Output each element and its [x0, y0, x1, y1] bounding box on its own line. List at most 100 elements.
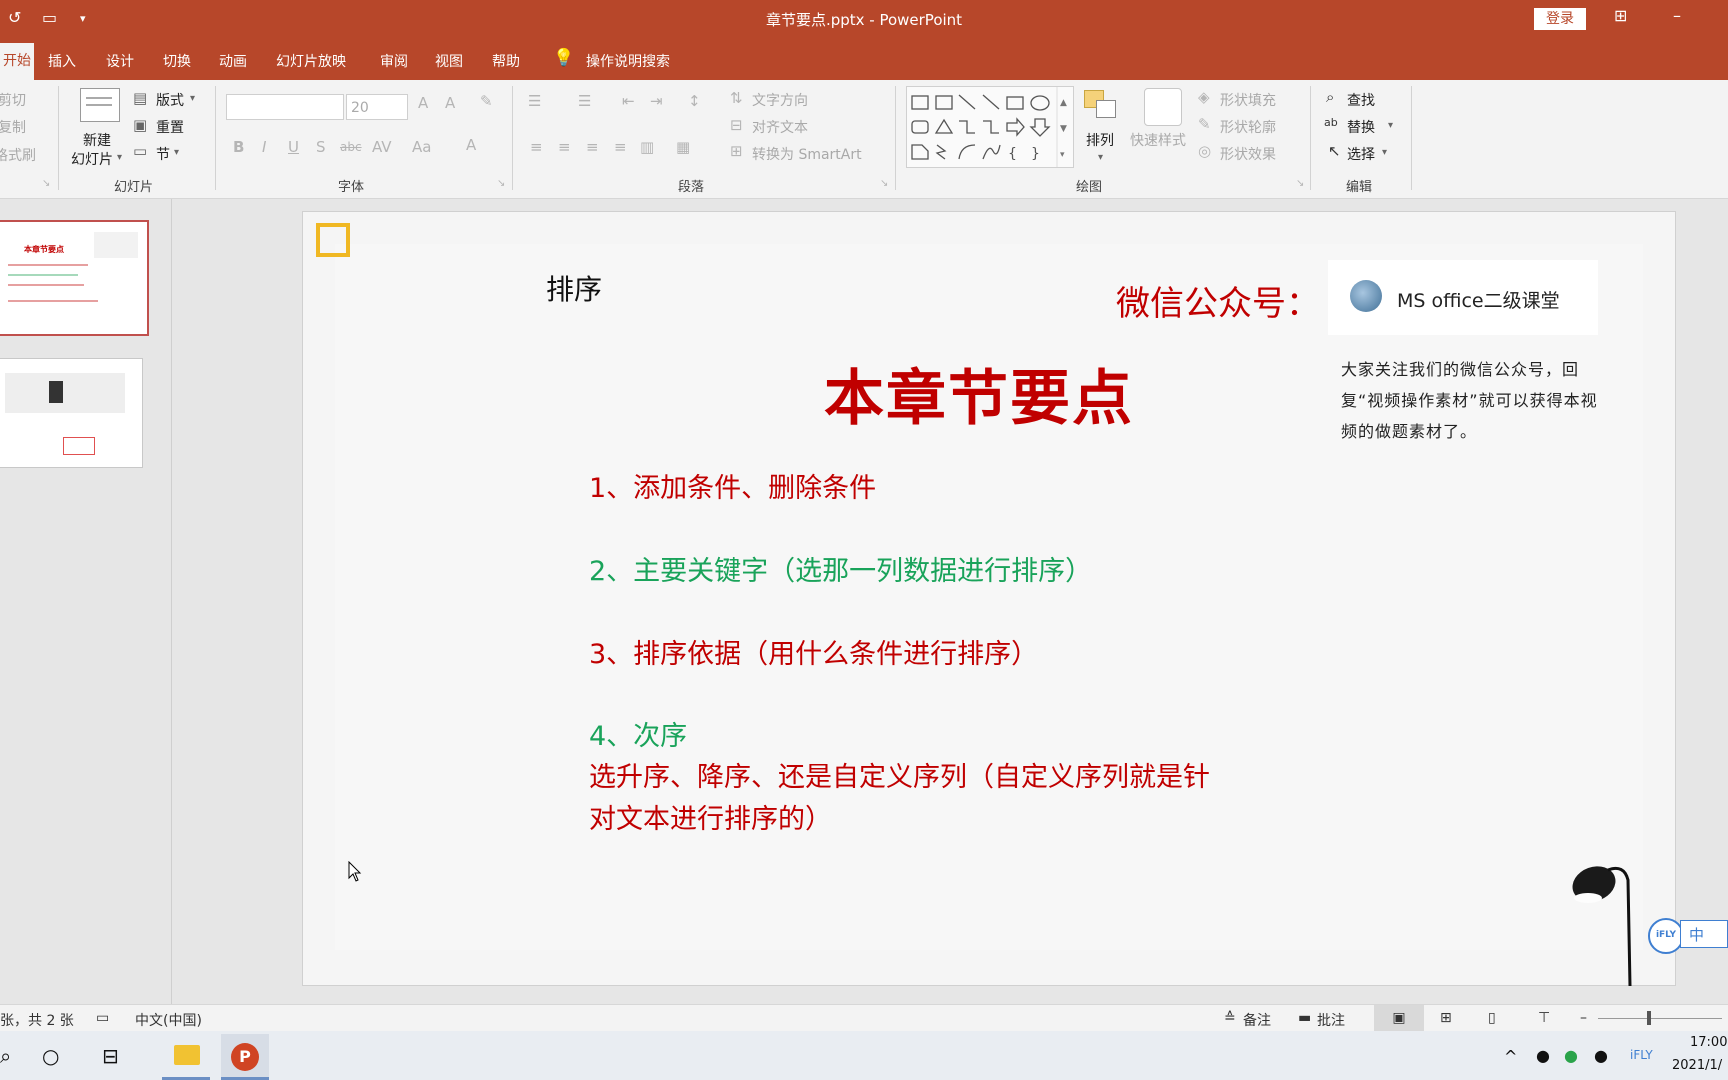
dialog-launcher-icon[interactable]: ↘ [42, 178, 50, 189]
section-button[interactable]: 节 [156, 144, 170, 164]
dialog-launcher-icon[interactable]: ↘ [880, 178, 888, 189]
new-slide-label-1[interactable]: 新建 [83, 130, 111, 150]
file-explorer-taskbar-button[interactable] [162, 1034, 210, 1080]
slide-heading[interactable]: 排序 [546, 268, 602, 308]
text-direction-button[interactable]: 文字方向 [752, 90, 808, 110]
shape-fill-button[interactable]: 形状填充 [1220, 90, 1276, 110]
align-left-icon[interactable]: ≡ [530, 138, 543, 156]
zoom-out-icon[interactable]: – [1580, 1010, 1587, 1026]
layout-button[interactable]: 版式 [156, 90, 184, 110]
new-slide-label-2[interactable]: 幻灯片 [71, 149, 113, 169]
clear-formatting-icon[interactable]: ✎ [480, 92, 493, 110]
slide-sorter-icon[interactable]: ⊞ [1440, 1010, 1452, 1026]
chevron-down-icon[interactable]: ▾ [117, 152, 122, 163]
shape-effects-button[interactable]: 形状效果 [1220, 144, 1276, 164]
wechat-label[interactable]: 微信公众号： [1116, 276, 1320, 325]
comments-button[interactable]: 批注 [1317, 1010, 1345, 1030]
italic-icon[interactable]: I [262, 138, 266, 156]
tab-insert[interactable]: 插入 [48, 51, 76, 71]
arrange-icon[interactable] [1084, 90, 1118, 120]
chevron-down-icon[interactable]: ▾ [1382, 147, 1387, 158]
select-button[interactable]: 选择 [1347, 144, 1375, 164]
tab-slideshow[interactable]: 幻灯片放映 [276, 51, 346, 71]
chevron-down-icon[interactable]: ▾ [174, 147, 179, 158]
point-2[interactable]: 2、主要关键字（选那一列数据进行排序） [589, 549, 1092, 588]
increase-font-icon[interactable]: A [418, 94, 428, 112]
task-view-icon[interactable]: ⊟ [102, 1044, 119, 1068]
font-size-input[interactable]: 20 [346, 94, 408, 120]
wechat-account-card[interactable]: MS office二级课堂 [1328, 260, 1598, 335]
wechat-description[interactable]: 大家关注我们的微信公众号，回复“视频操作素材”就可以获得本视频的做题素材了。 [1341, 354, 1609, 447]
dialog-launcher-icon[interactable]: ↘ [497, 178, 505, 189]
zoom-slider-track[interactable] [1598, 1018, 1722, 1019]
chevron-down-icon[interactable]: ▾ [1388, 120, 1393, 131]
slide-thumbnail-1[interactable]: 本章节要点 [0, 220, 149, 336]
increase-indent-icon[interactable]: ⇥ [650, 92, 663, 110]
line-spacing-icon[interactable]: ↕ [688, 92, 701, 110]
chevron-down-icon[interactable]: ▾ [190, 93, 195, 104]
normal-view-icon[interactable]: ▣ [1374, 1005, 1424, 1032]
reading-view-icon[interactable]: ▯ [1488, 1010, 1496, 1026]
ifly-ime-icon[interactable]: iFLY [1648, 918, 1684, 954]
search-icon[interactable]: ⌕ [0, 1044, 11, 1068]
replace-button[interactable]: 替换 [1347, 117, 1375, 137]
ime-mode-indicator[interactable]: 中 [1680, 920, 1728, 948]
point-4-detail-line2[interactable]: 对文本进行排序的） [589, 797, 832, 836]
ifly-tray-icon[interactable]: iFLY [1630, 1048, 1653, 1062]
align-text-button[interactable]: 对齐文本 [752, 117, 808, 137]
slideshow-icon[interactable]: ⊤ [1538, 1010, 1550, 1026]
taskbar-time[interactable]: 17:00 [1690, 1035, 1727, 1050]
taskbar-date[interactable]: 2021/1/ [1672, 1058, 1722, 1073]
dialog-launcher-icon[interactable]: ↘ [1296, 178, 1304, 189]
copy-button[interactable]: 复制 [0, 117, 26, 137]
microphone-icon[interactable]: ● [1536, 1046, 1550, 1065]
bold-icon[interactable]: B [233, 138, 244, 156]
distribute-icon[interactable]: ▥ [640, 138, 654, 156]
tab-transitions[interactable]: 切换 [163, 51, 191, 71]
chevron-down-icon[interactable]: ▾ [1098, 152, 1103, 163]
tell-me-search[interactable]: 操作说明搜索 [586, 51, 670, 71]
notes-button[interactable]: 备注 [1243, 1010, 1271, 1030]
minimize-icon[interactable]: – [1673, 6, 1681, 25]
shadow-icon[interactable]: S [316, 138, 326, 156]
align-center-icon[interactable]: ≡ [558, 138, 571, 156]
qq-tray-icon[interactable]: ● [1594, 1046, 1608, 1065]
strikethrough-icon[interactable]: abc [340, 140, 362, 154]
find-button[interactable]: 查找 [1347, 90, 1375, 110]
underline-icon[interactable]: U [288, 138, 299, 156]
zoom-slider-thumb[interactable] [1647, 1011, 1651, 1025]
shape-outline-button[interactable]: 形状轮廓 [1220, 117, 1276, 137]
align-right-icon[interactable]: ≡ [586, 138, 599, 156]
shapes-gallery[interactable]: { } ▲ ▼ ▾ [906, 86, 1074, 168]
font-name-input[interactable] [226, 94, 344, 120]
cortana-icon[interactable]: ○ [42, 1044, 59, 1068]
point-3[interactable]: 3、排序依据（用什么条件进行排序） [589, 632, 1038, 671]
slide-thumbnail-2[interactable] [0, 358, 143, 468]
format-painter-button[interactable]: 格式刷 [0, 145, 36, 165]
columns-icon[interactable]: ▦ [676, 138, 690, 156]
convert-smartart-button[interactable]: 转换为 SmartArt [752, 144, 862, 164]
decrease-font-icon[interactable]: A [445, 94, 455, 112]
tab-animations[interactable]: 动画 [219, 51, 247, 71]
tab-view[interactable]: 视图 [435, 51, 463, 71]
numbering-icon[interactable]: ☰ [578, 92, 591, 110]
chevron-up-icon[interactable]: ^ [1504, 1047, 1517, 1066]
quick-styles-button[interactable]: 快速样式 [1130, 130, 1186, 150]
arrange-button[interactable]: 排列 [1086, 130, 1114, 150]
slide-main-title[interactable]: 本章节要点 [824, 350, 1134, 437]
tab-review[interactable]: 审阅 [380, 51, 408, 71]
point-4-detail-line1[interactable]: 选升序、降序、还是自定义序列（自定义序列就是针 [589, 755, 1210, 794]
cut-button[interactable]: 剪切 [0, 90, 26, 110]
language-indicator[interactable]: 中文(中国) [135, 1010, 202, 1030]
char-spacing-icon[interactable]: AV [372, 138, 392, 156]
powerpoint-taskbar-button[interactable]: P [221, 1034, 269, 1080]
new-slide-icon[interactable] [80, 88, 120, 122]
tab-help[interactable]: 帮助 [492, 51, 520, 71]
login-button[interactable]: 登录 [1534, 8, 1586, 30]
point-1[interactable]: 1、添加条件、删除条件 [589, 466, 876, 505]
ribbon-display-icon[interactable]: ⊞ [1614, 6, 1627, 25]
tab-design[interactable]: 设计 [106, 51, 134, 71]
decrease-indent-icon[interactable]: ⇤ [622, 92, 635, 110]
tab-home[interactable]: 开始 [0, 43, 34, 80]
bullets-icon[interactable]: ☰ [528, 92, 541, 110]
